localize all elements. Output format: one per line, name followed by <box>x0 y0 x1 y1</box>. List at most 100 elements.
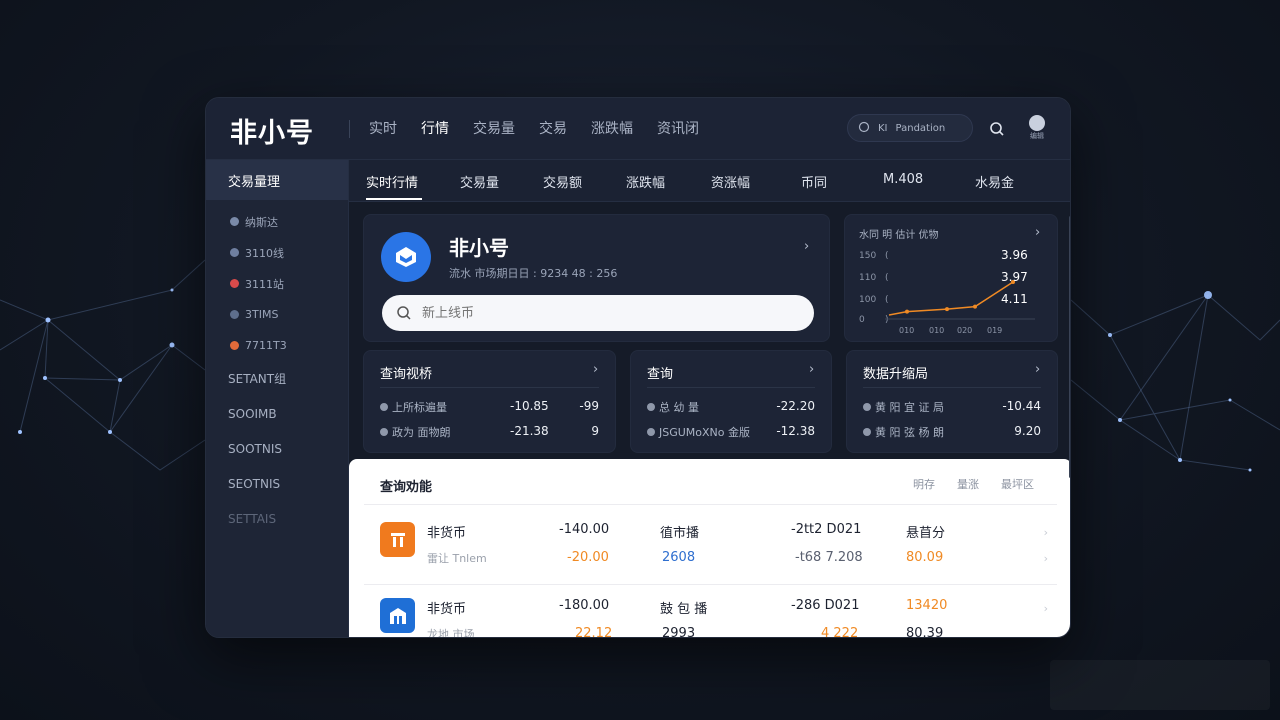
stat-value: -12.38 <box>776 424 815 438</box>
top-search-input[interactable]: KI Pandation <box>847 114 973 142</box>
dot-icon <box>230 341 239 350</box>
table-title: 查询劝能 <box>380 480 433 495</box>
sidebar-item-2[interactable]: 3110线 <box>206 237 348 268</box>
table-row[interactable]: 非货币 龙地 市场 -180.00 22.12 鼓 包 播 2993 -286 … <box>349 590 1070 638</box>
sidebar-item-label: 7711T3 <box>245 339 287 352</box>
coin-subtitle: 雷让 Tnlem <box>427 552 487 565</box>
tab-m408[interactable]: M.408 <box>883 172 923 187</box>
dot-icon <box>863 428 871 436</box>
chevron-right-icon[interactable]: › <box>1035 362 1040 377</box>
nav-item-volume[interactable]: 交易量 <box>473 118 515 138</box>
dot-icon <box>230 310 239 319</box>
stat-label: 总 幼 量 <box>659 401 699 414</box>
logo: 非小号 <box>230 118 314 149</box>
x-tick-label: 020 <box>957 326 972 335</box>
search-icon[interactable] <box>984 116 1010 142</box>
sidebar-item-4[interactable]: 3TIMS <box>206 299 348 330</box>
y-tick-label: 0 <box>859 315 865 325</box>
sidebar-group-3[interactable]: SOOTNIS <box>206 431 348 466</box>
filter-link[interactable]: 最坪区 <box>1001 476 1034 492</box>
coin-search-input[interactable] <box>422 305 782 321</box>
tab-change[interactable]: 涨跌幅 <box>626 172 665 191</box>
stats-card-2: 查询 › 总 幼 量 -22.20 JSGUMoXNo 金版 -12.38 <box>630 350 832 453</box>
tab-funds[interactable]: 水易金 <box>975 172 1014 191</box>
stat-row: 政为 面物朗 -21.38 9 <box>380 424 599 440</box>
scrollbar[interactable] <box>1069 216 1070 478</box>
dot-icon <box>647 403 655 411</box>
nav-item-trade[interactable]: 交易 <box>539 118 567 138</box>
nav-item-market[interactable]: 行情 <box>421 118 449 138</box>
tab-coins[interactable]: 币同 <box>801 172 827 191</box>
mini-chart-card: 水同 明 估计 优物 › 150(110(100(0) 010 010 020 019 3… <box>844 214 1058 342</box>
sidebar-item-label: 3TIMS <box>245 308 279 321</box>
top-nav-items: 实时 行情 交易量 交易 涨跌幅 资讯闭 <box>369 118 699 138</box>
nav-item-change[interactable]: 涨跌幅 <box>591 118 633 138</box>
tab-amount[interactable]: 交易额 <box>543 172 582 191</box>
stats-card-1: 查询视桥 › 上所标遍量 -10.85 -99 政为 面物朗 -21.38 9 <box>363 350 616 453</box>
chevron-right-icon: › <box>1043 526 1048 539</box>
stats-card-3: 数据升缩局 › 黄 阳 宜 证 局 -10.44 黄 阳 弦 杨 朗 9.20 <box>846 350 1058 453</box>
sidebar-item-label: 3110线 <box>245 246 284 260</box>
chevron-right-icon[interactable]: › <box>593 362 598 377</box>
profile-name: 非小号 <box>449 236 509 260</box>
user-avatar[interactable]: 编辑 <box>1026 115 1048 141</box>
tab-volume[interactable]: 交易量 <box>460 172 499 191</box>
stat-label: 政为 面物朗 <box>392 426 451 439</box>
table-filters: 明存 量涨 最坪区 <box>913 476 1034 492</box>
divider <box>863 387 1041 388</box>
stat-label: 上所标遍量 <box>392 401 447 414</box>
coin-subtitle: 龙地 市场 <box>427 628 475 638</box>
coin-name: 非货币 <box>427 526 467 541</box>
coin-search-bar[interactable] <box>382 295 814 331</box>
nav-item-realtime[interactable]: 实时 <box>369 118 397 138</box>
x-tick-label: 010 <box>929 326 944 335</box>
y-tick-mark: ( <box>885 273 889 283</box>
stat-value: -10.85 <box>510 399 549 413</box>
data-point <box>945 307 949 312</box>
coin-date: -2tt2 D021 <box>791 522 862 537</box>
sidebar-group-2[interactable]: SOOIMB <box>206 396 348 431</box>
x-tick-label: 010 <box>899 326 914 335</box>
coin-change: 22.12 <box>575 626 613 638</box>
coin-price: -180.00 <box>559 598 610 613</box>
dot-icon <box>230 279 239 288</box>
sidebar-group-1[interactable]: SETANT组 <box>206 361 348 396</box>
coin-name: 非货币 <box>427 602 467 617</box>
coin-percent-label: 悬苜分 <box>906 526 946 541</box>
x-tick-label: 019 <box>987 326 1002 335</box>
sidebar-item-label: 纳斯达 <box>245 215 278 229</box>
coin-metric-value: 2608 <box>662 550 696 565</box>
coin-icon <box>380 522 415 557</box>
chevron-right-icon[interactable]: › <box>809 362 814 377</box>
dot-icon <box>647 428 655 436</box>
table-row[interactable]: 非货币 雷让 Tnlem -140.00 -20.00 徝市播 2608 -2t… <box>349 514 1070 576</box>
watermark <box>1050 660 1270 710</box>
stat-row: 上所标遍量 -10.85 -99 <box>380 399 599 415</box>
top-search-text: Pandation <box>895 122 946 134</box>
coin-volume: 4 222 <box>821 626 859 638</box>
chevron-right-icon[interactable]: › <box>804 239 809 254</box>
tab-realtime-market[interactable]: 实时行情 <box>366 172 418 191</box>
dot-icon <box>230 248 239 257</box>
y-tick-label: 100 <box>859 295 876 305</box>
stat-value: -10.44 <box>1002 399 1041 413</box>
nav-item-news[interactable]: 资讯闭 <box>657 118 699 138</box>
coin-percent: 80.09 <box>906 550 944 565</box>
coin-metric-label: 鼓 包 播 <box>660 602 708 617</box>
divider <box>364 584 1057 585</box>
tab-rise[interactable]: 资涨幅 <box>711 172 750 191</box>
dot-icon <box>863 403 871 411</box>
filter-link[interactable]: 明存 <box>913 476 935 492</box>
sidebar-group-4[interactable]: SEOTNIS <box>206 466 348 501</box>
search-icon <box>397 306 411 320</box>
sidebar-item-5[interactable]: 7711T3 <box>206 330 348 361</box>
sidebar-header[interactable]: 交易量理 <box>206 160 348 200</box>
sidebar-item-1[interactable]: 纳斯达 <box>206 206 348 237</box>
sidebar-item-3[interactable]: 3111站 <box>206 268 348 299</box>
filter-link[interactable]: 量涨 <box>957 476 979 492</box>
coin-date: -286 D021 <box>791 598 860 613</box>
sidebar-item-label: 3111站 <box>245 277 284 291</box>
coin-price: -140.00 <box>559 522 610 537</box>
sidebar-group-5[interactable]: SETTAIS <box>206 501 348 536</box>
divider <box>380 387 599 388</box>
